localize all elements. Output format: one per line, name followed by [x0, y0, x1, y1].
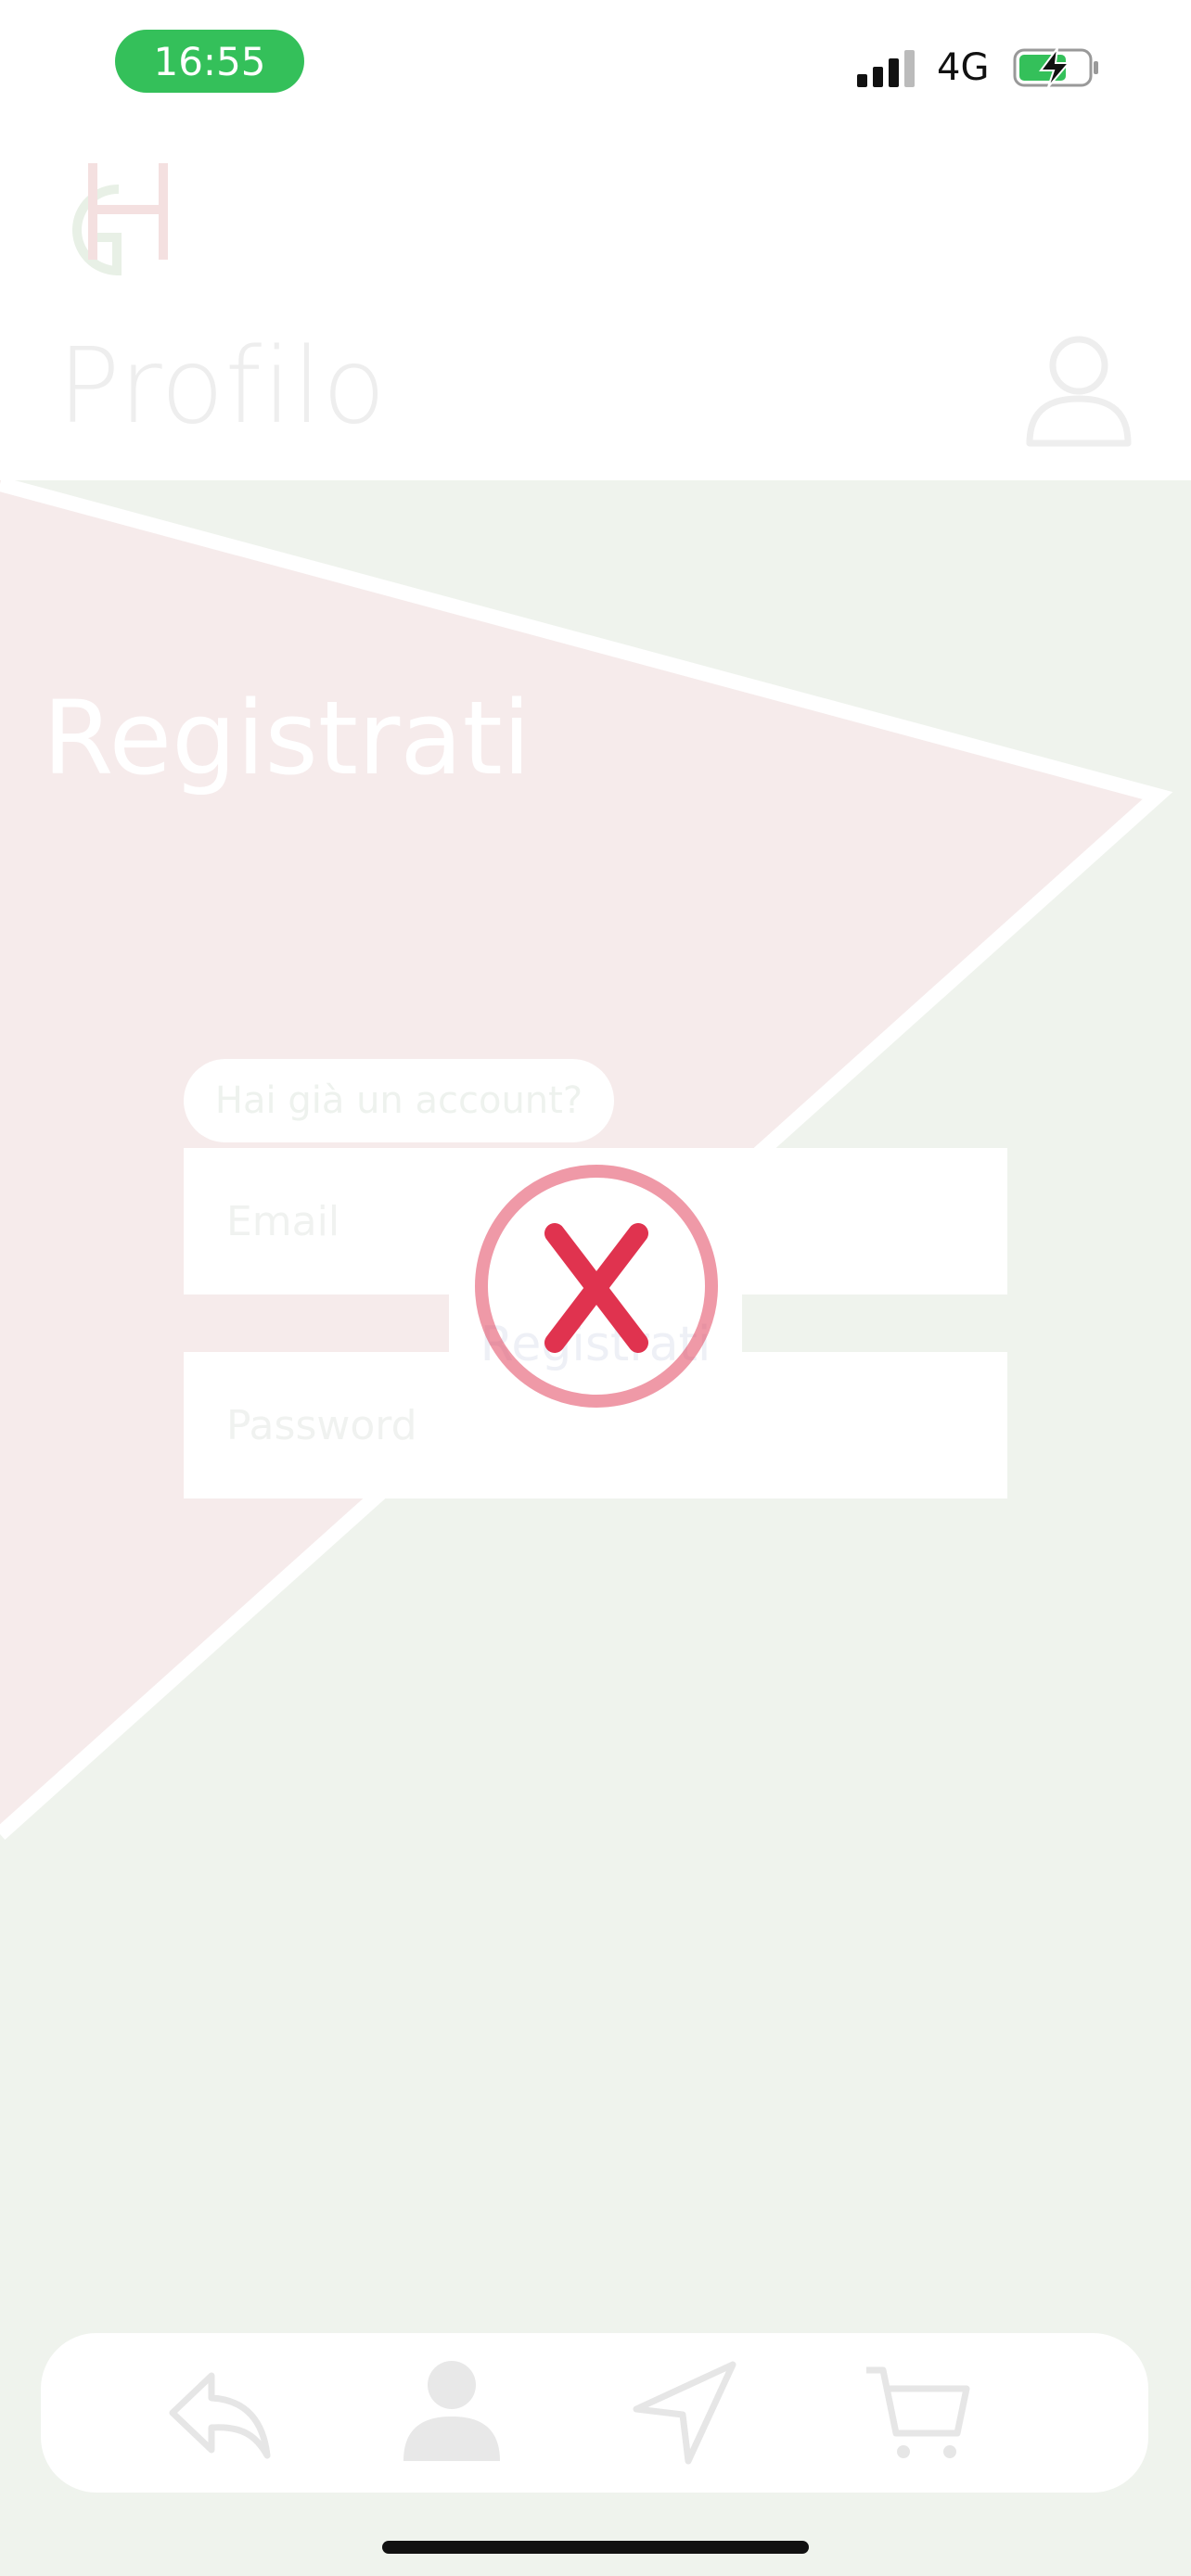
time-pill: 16:55 — [115, 30, 304, 93]
home-indicator[interactable] — [382, 2541, 809, 2554]
signal-icon — [857, 50, 915, 87]
register-heading: Registrati — [43, 679, 531, 797]
network-label: 4G — [937, 46, 990, 89]
user-outline-icon[interactable] — [1024, 334, 1133, 449]
error-x-icon — [475, 1165, 718, 1408]
main-content: Registrati — [0, 480, 1191, 2576]
password-placeholder: Password — [226, 1401, 417, 1449]
reply-icon[interactable] — [163, 2357, 275, 2468]
page-title: Profilo — [58, 326, 387, 447]
gh-logo — [72, 163, 168, 276]
navigation-icon[interactable] — [629, 2357, 740, 2468]
tab-bar — [41, 2333, 1148, 2493]
user-icon[interactable] — [396, 2357, 507, 2468]
battery-charging-icon — [1013, 46, 1098, 88]
status-time: 16:55 — [153, 38, 266, 84]
email-placeholder: Email — [226, 1197, 340, 1245]
cart-icon[interactable] — [861, 2357, 972, 2468]
login-link-button[interactable]: Hai già un account? — [184, 1059, 614, 1142]
